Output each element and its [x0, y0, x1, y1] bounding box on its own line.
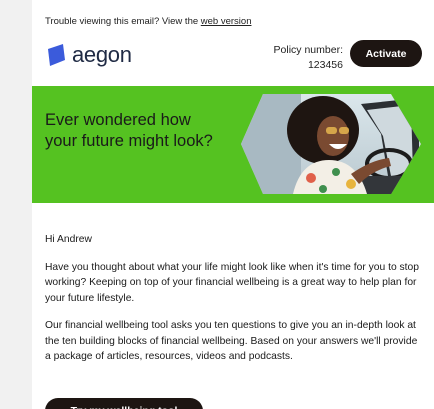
- web-version-link[interactable]: web version: [201, 16, 252, 27]
- logo-text: aegon: [72, 42, 132, 67]
- policy-info: Policy number: 123456: [268, 43, 343, 73]
- aegon-logo-icon: [48, 44, 65, 66]
- preheader: Trouble viewing this email? View the web…: [45, 16, 251, 27]
- body-paragraph-1: Have you thought about what your life mi…: [45, 261, 419, 304]
- greeting: Hi Andrew: [45, 234, 92, 245]
- activate-button[interactable]: Activate: [350, 40, 422, 67]
- wellbeing-tool-button[interactable]: Try my wellbeing tool: [45, 398, 203, 409]
- email-container: Trouble viewing this email? View the web…: [32, 0, 434, 409]
- aegon-logo[interactable]: aegon: [46, 42, 132, 68]
- email-body: Hi Andrew Have you thought about what yo…: [45, 232, 425, 377]
- woman-in-convertible-photo: [241, 94, 421, 194]
- hero-title: Ever wondered how your future might look…: [45, 111, 213, 150]
- policy-label: Policy number:: [273, 44, 343, 56]
- body-paragraph-2: Our financial wellbeing tool asks you te…: [45, 320, 418, 362]
- hero-banner: Ever wondered how your future might look…: [32, 86, 434, 203]
- preheader-text: Trouble viewing this email? View the: [45, 16, 201, 27]
- policy-number: 123456: [307, 59, 343, 71]
